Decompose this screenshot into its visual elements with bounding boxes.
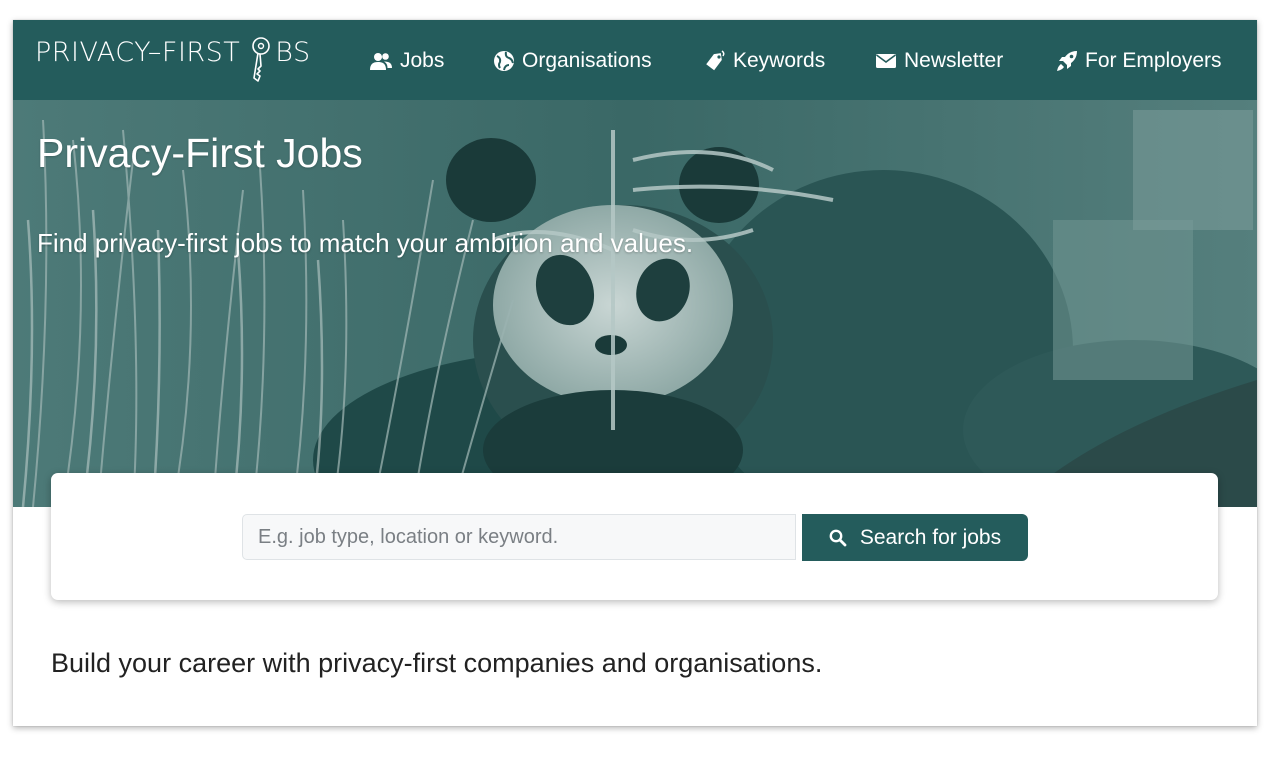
- search-icon: [829, 529, 847, 546]
- logo-text-left: PRIVACY–FIRST: [35, 37, 241, 68]
- page-frame: PRIVACY–FIRST BS Jobs Organisations Keyw…: [13, 20, 1257, 726]
- nav-label: Organisations: [522, 49, 652, 72]
- search-card: Search for jobs: [51, 473, 1218, 600]
- globe-icon: [494, 51, 514, 71]
- rocket-icon: [1057, 51, 1077, 71]
- nav-label: For Employers: [1085, 49, 1222, 72]
- hero-title: Privacy-First Jobs: [37, 130, 363, 176]
- key-icon: [252, 37, 271, 82]
- nav-for-employers[interactable]: For Employers: [1056, 46, 1222, 76]
- nav-jobs[interactable]: Jobs: [369, 46, 444, 76]
- tagline: Build your career with privacy-first com…: [51, 648, 823, 678]
- nav-organisations[interactable]: Organisations: [493, 46, 652, 76]
- envelope-icon: [876, 54, 896, 68]
- tag-icon: [706, 50, 725, 71]
- search-input[interactable]: [242, 514, 796, 560]
- hero-subtitle: Find privacy-first jobs to match your am…: [37, 228, 694, 258]
- users-icon: [370, 53, 392, 70]
- search-button[interactable]: Search for jobs: [802, 514, 1028, 561]
- site-logo[interactable]: PRIVACY–FIRST BS: [35, 36, 311, 86]
- nav-keywords[interactable]: Keywords: [704, 46, 825, 76]
- nav-label: Jobs: [400, 49, 445, 72]
- nav-label: Newsletter: [904, 49, 1004, 72]
- hero-banner: Privacy-First Jobs Find privacy-first jo…: [13, 100, 1257, 507]
- top-navbar: PRIVACY–FIRST BS Jobs Organisations Keyw…: [13, 20, 1257, 100]
- logo-text-right: BS: [275, 37, 311, 68]
- search-button-label: Search for jobs: [859, 525, 1002, 549]
- nav-label: Keywords: [733, 49, 826, 72]
- nav-newsletter[interactable]: Newsletter: [875, 46, 1003, 76]
